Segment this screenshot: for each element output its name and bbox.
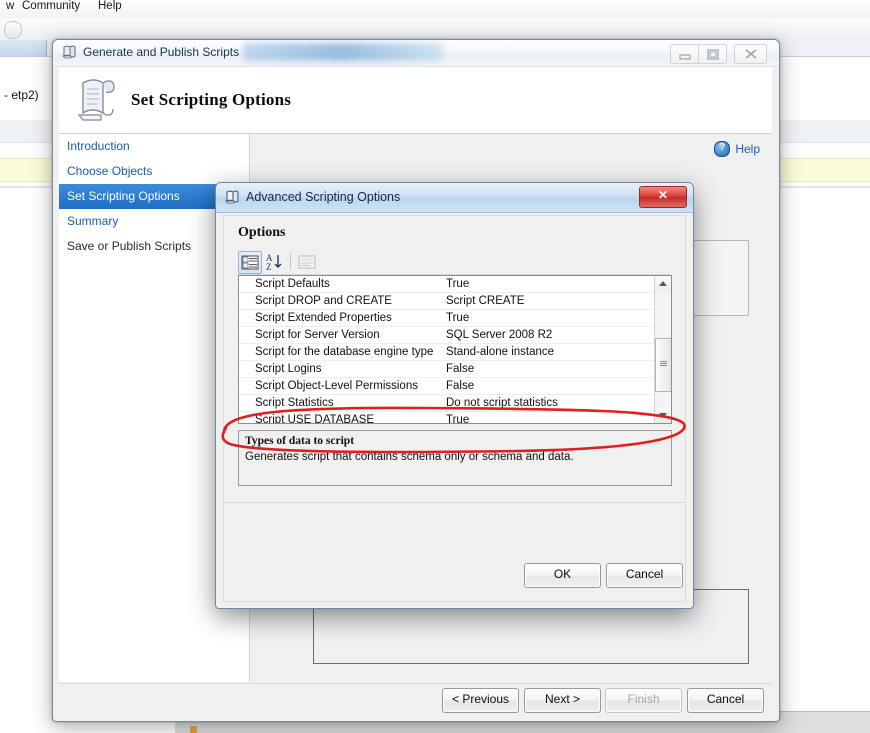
finish-button: Finish	[605, 688, 682, 713]
dialog-divider	[224, 502, 685, 503]
property-grid-scrollbar[interactable]	[654, 276, 671, 423]
table-row[interactable]: Script DROP and CREATE Script CREATE	[239, 293, 655, 310]
close-icon[interactable]	[639, 186, 687, 208]
property-value[interactable]: False	[446, 378, 653, 394]
previous-button[interactable]: < Previous	[442, 688, 519, 713]
property-name: Script Extended Properties	[255, 312, 392, 324]
property-name: Script USE DATABASE	[255, 414, 375, 424]
description-text: Generates script that contains schema on…	[245, 451, 574, 463]
dialog-body: Options A Z Script Defaults True Script …	[223, 215, 686, 602]
property-name: Script DROP and CREATE	[255, 295, 392, 307]
scroll-down-icon[interactable]	[655, 408, 671, 423]
property-name: Script Logins	[255, 363, 322, 375]
property-name: Script Statistics	[255, 397, 334, 409]
help-icon[interactable]	[714, 141, 730, 157]
next-button[interactable]: Next >	[524, 688, 601, 713]
property-value[interactable]: True	[446, 276, 653, 292]
script-icon	[224, 189, 241, 206]
svg-text:Z: Z	[266, 262, 272, 272]
scrollbar-thumb[interactable]	[655, 338, 671, 392]
ok-button[interactable]: OK	[524, 563, 601, 588]
advanced-scripting-options-dialog: Advanced Scripting Options Options A	[215, 182, 694, 609]
background-status-indicator-icon	[190, 726, 197, 733]
background-window-title-blur	[243, 43, 443, 61]
property-pages-icon	[296, 251, 318, 272]
scroll-up-icon[interactable]	[655, 276, 671, 291]
dialog-title-bar: Advanced Scripting Options	[216, 183, 693, 213]
background-menu-item-0[interactable]: w	[6, 0, 14, 12]
screen: w Community Help - etp2) Generate and Pu…	[0, 0, 870, 733]
dialog-cancel-button[interactable]: Cancel	[606, 563, 683, 588]
property-grid-rows: Script Defaults True Script DROP and CRE…	[239, 276, 655, 424]
categorized-view-icon[interactable]	[238, 251, 262, 274]
property-name: Script Defaults	[255, 278, 330, 290]
wizard-title-bar: Generate and Publish Scripts	[53, 40, 779, 67]
minimize-icon[interactable]	[670, 44, 699, 64]
table-row[interactable]: Script for Server Version SQL Server 200…	[239, 327, 655, 344]
property-name: Script for Server Version	[255, 329, 380, 341]
property-name: Script for the database engine type	[255, 346, 434, 358]
property-value[interactable]: True	[446, 412, 653, 423]
table-row[interactable]: Script Object-Level Permissions False	[239, 378, 655, 395]
table-row[interactable]: Script for the database engine type Stan…	[239, 344, 655, 361]
script-icon	[61, 44, 78, 61]
property-name: Script Object-Level Permissions	[255, 380, 418, 392]
background-menu-item-2[interactable]: Help	[98, 0, 122, 12]
page-title: Set Scripting Options	[131, 90, 292, 109]
property-grid-toolbar: A Z	[238, 250, 670, 275]
close-icon[interactable]	[734, 44, 767, 64]
options-section-title: Options	[238, 225, 286, 240]
wizard-title: Generate and Publish Scripts	[83, 45, 240, 59]
background-menubar: w Community Help	[0, 0, 870, 18]
background-toolbar-button[interactable]	[4, 21, 22, 39]
table-row[interactable]: Script Defaults True	[239, 276, 655, 293]
dialog-title: Advanced Scripting Options	[246, 190, 401, 204]
alphabetical-sort-icon[interactable]: A Z	[263, 251, 285, 272]
description-title: Types of data to script	[245, 435, 355, 447]
wizard-cancel-button[interactable]: Cancel	[687, 688, 764, 713]
background-connection-label: - etp2)	[4, 88, 39, 102]
description-pane: Types of data to script Generates script…	[238, 430, 672, 486]
property-value[interactable]: False	[446, 361, 653, 377]
wizard-footer: < Previous Next > Finish Cancel	[59, 683, 772, 715]
sidebar-item-introduction[interactable]: Introduction	[59, 134, 249, 159]
property-value[interactable]: Do not script statistics	[446, 395, 653, 411]
table-row[interactable]: Script Extended Properties True	[239, 310, 655, 327]
property-value[interactable]: Script CREATE	[446, 293, 653, 309]
help-link[interactable]: Help	[735, 142, 760, 156]
background-toolbar	[0, 18, 870, 41]
table-row[interactable]: Script USE DATABASE True	[239, 412, 655, 424]
table-row[interactable]: Script Statistics Do not script statisti…	[239, 395, 655, 412]
script-scroll-icon	[73, 77, 119, 125]
restore-icon[interactable]	[698, 44, 727, 64]
property-value[interactable]: True	[446, 310, 653, 326]
background-menu-item-1[interactable]: Community	[22, 0, 80, 12]
sidebar-item-choose-objects[interactable]: Choose Objects	[59, 159, 249, 184]
table-row[interactable]: Script Logins False	[239, 361, 655, 378]
property-grid[interactable]: Script Defaults True Script DROP and CRE…	[238, 275, 672, 424]
toolbar-separator	[290, 253, 291, 270]
property-value[interactable]: Stand-alone instance	[446, 344, 653, 360]
wizard-header: Set Scripting Options	[59, 67, 772, 134]
property-value[interactable]: SQL Server 2008 R2	[446, 327, 653, 343]
background-document-tab[interactable]	[0, 40, 47, 56]
